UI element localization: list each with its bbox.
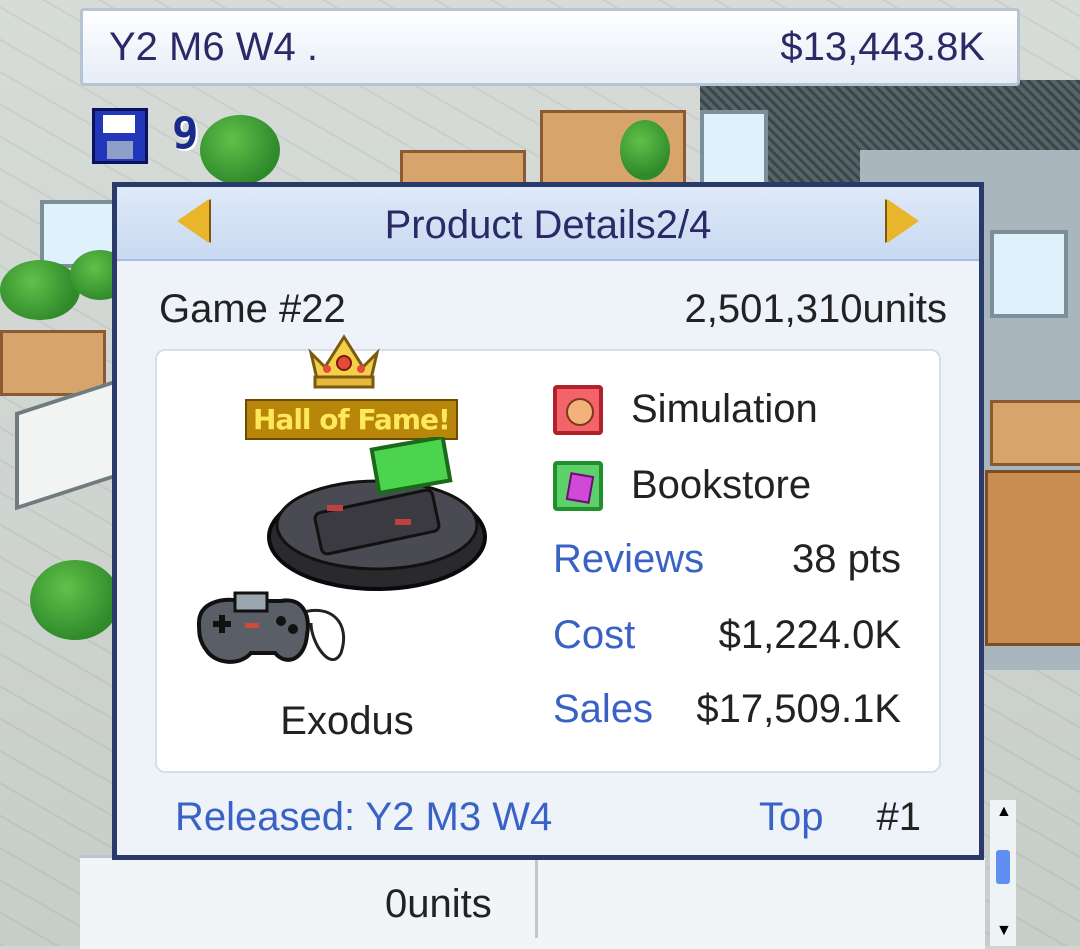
save-count: 9	[172, 108, 199, 159]
bottom-panel	[80, 855, 985, 949]
sales-label: Sales	[553, 687, 654, 731]
floppy-disk-icon[interactable]	[92, 108, 148, 164]
scroll-up-icon[interactable]: ▲	[996, 803, 1012, 821]
scroll-down-icon[interactable]: ▼	[996, 922, 1012, 940]
desk	[990, 400, 1080, 466]
dialog-header: Product Details2/4	[117, 187, 979, 261]
tree	[0, 260, 80, 320]
cost-value: $1,224.0K	[718, 613, 901, 657]
units-sold: 2,501,310units	[684, 287, 947, 331]
status-bar: Y2 M6 W4 . $13,443.8K	[80, 8, 1020, 86]
controller-icon	[196, 591, 346, 664]
genre-label: Simulation	[631, 387, 818, 431]
funds-display: $13,443.8K	[780, 25, 985, 69]
tree	[200, 115, 280, 185]
type-label: Bookstore	[631, 463, 812, 507]
top-label: Top	[759, 795, 824, 839]
hall-of-fame-badge: Hall of Fame!	[245, 399, 458, 440]
reviews-value: 38 pts	[792, 537, 901, 581]
game-date: Y2 M6 W4 .	[109, 25, 318, 69]
cost-label: Cost	[553, 613, 636, 657]
panel-divider	[535, 858, 538, 938]
dialog-title: Product Details2/4	[384, 203, 712, 247]
desk	[0, 330, 106, 396]
tree	[30, 560, 120, 640]
crown-icon	[308, 334, 380, 389]
release-date: Released: Y2 M3 W4	[175, 795, 553, 839]
product-name: Exodus	[280, 699, 414, 743]
console-icon	[267, 437, 487, 591]
reviews-label: Reviews	[553, 537, 705, 581]
next-arrow-icon[interactable]	[887, 199, 919, 243]
face-genre-icon	[553, 385, 603, 435]
bookshelf	[985, 470, 1080, 646]
window	[700, 110, 768, 188]
bottom-units: 0units	[385, 882, 492, 926]
top-rank: #1	[876, 795, 922, 839]
product-details-dialog: Product Details2/4 Game #22 2,501,310uni…	[112, 182, 984, 860]
game-number: Game #22	[159, 287, 346, 331]
tree	[620, 120, 670, 180]
window	[990, 230, 1068, 318]
sales-value: $17,509.1K	[696, 687, 901, 731]
scroll-thumb[interactable]	[996, 850, 1010, 884]
gem-type-icon	[553, 461, 603, 511]
